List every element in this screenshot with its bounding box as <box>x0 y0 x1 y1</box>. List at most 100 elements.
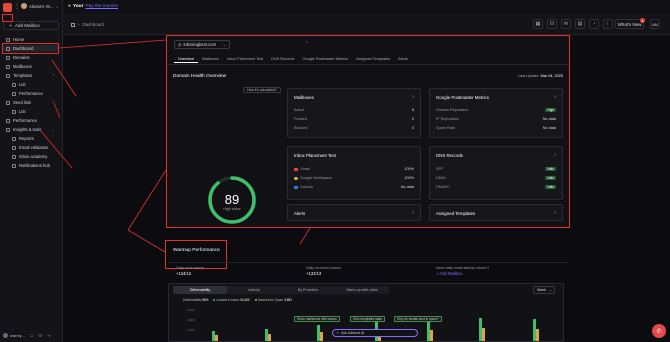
provider-label: Gmail <box>300 167 310 171</box>
sidebar-item-performance[interactable]: Performance <box>3 117 59 124</box>
sidebar-footer[interactable]: warmy... ☐ ⚙ ⇥ <box>3 333 50 338</box>
settings-icon[interactable]: ⚙ <box>38 333 42 338</box>
chat-support-button[interactable]: ✆ <box>652 324 666 338</box>
add-mailbox-label: Add Mailbox <box>15 23 40 28</box>
tab-inbox-placement-test[interactable]: Inbox Placement Test <box>223 56 267 63</box>
inbox-placement-panel[interactable]: Inbox Placement Test Gmail 100% Google W… <box>287 146 421 200</box>
sidebar-item-seed-list[interactable]: List <box>3 108 59 115</box>
sidebar-item-email-validation[interactable]: Email validation <box>3 144 59 151</box>
tab-alerts[interactable]: Alerts <box>394 56 412 63</box>
chat-icon[interactable]: ☐ <box>30 333 34 338</box>
activity-question-label: Need daily email activity volume? <box>436 266 490 270</box>
chevron-down-icon: ⌄ <box>222 42 226 47</box>
segment-activity[interactable]: Activity <box>227 286 281 294</box>
mailbox-blocked-value: 0 <box>411 126 414 130</box>
sidebar-item-label: Email validation <box>19 145 49 150</box>
mailbox-paused-value: 0 <box>411 117 414 121</box>
domain-select[interactable]: ◎ inboxingbest.com ⌄ <box>174 40 230 49</box>
segment-warmup-clicks[interactable]: Warm-up with clicks <box>335 286 389 294</box>
assigned-templates-panel[interactable]: Assigned Templates › <box>429 204 563 221</box>
score-panel: How it's calculated? 89 High score <box>172 84 282 260</box>
ask-ai-input[interactable]: ✦ Ask Addena AI <box>332 329 418 337</box>
annotation-line <box>127 229 166 253</box>
panel-title: Alerts <box>294 211 306 216</box>
sidebar-item-inbox-academy[interactable]: Inbox academy <box>3 153 59 160</box>
user-avatar[interactable]: AM <box>650 19 660 29</box>
avatar <box>3 333 8 338</box>
top-bar: › Dashboard ▦ ☊ ✉ ▤ ◔ ☾ What's New 1 AM <box>63 13 670 35</box>
legend-spam: Saved from Spam 3,891 <box>254 298 293 302</box>
sidebar-item-home[interactable]: Home <box>3 36 59 43</box>
sidebar-item-dashboard[interactable]: Dashboard <box>3 45 59 52</box>
tab-assigned-templates[interactable]: Assigned Templates <box>352 56 394 63</box>
docs-button[interactable]: ▤ <box>575 19 585 29</box>
calendar-button[interactable]: ▦ <box>533 19 543 29</box>
notifications-button[interactable]: ◔ <box>589 19 599 29</box>
hint-templates-stats[interactable]: Give templates stats <box>350 316 385 322</box>
alerts-panel[interactable]: Alerts › <box>287 204 421 221</box>
dkim-label: DKIM <box>436 176 446 180</box>
legend-value: 3,891 <box>284 298 293 302</box>
period-select[interactable]: Week ⌄ <box>533 286 555 294</box>
sidebar-item-templates-list[interactable]: List <box>3 81 59 88</box>
tab-mailboxes[interactable]: Mailboxes <box>198 56 223 63</box>
sidebar-item-label: Notifications hub <box>19 163 50 168</box>
chart-bar <box>320 332 323 341</box>
sidebar-item-templates[interactable]: Templates ⌃ <box>3 72 59 79</box>
dns-records-panel[interactable]: DNS Records › SPF Valid DKIM Valid DMARC… <box>429 146 563 200</box>
sidebar-item-seed-lists[interactable]: Seed lists ⌃ <box>3 99 59 106</box>
chevron-right-icon: › <box>412 210 414 216</box>
annotation-line <box>299 227 311 245</box>
daily-received-value: +132/13 <box>306 271 322 276</box>
add-mailbox-link[interactable]: + Add Mailbox <box>436 271 489 276</box>
sidebar-item-label: Inbox academy <box>19 154 48 159</box>
tab-google-postmaster-metrics[interactable]: Google Postmaster Metrics <box>298 56 352 63</box>
legend-dot <box>254 299 257 302</box>
y-tick: 1,000 <box>187 328 195 332</box>
sidebar-item-label: Mailboxes <box>13 64 32 69</box>
theme-button[interactable]: ☾ <box>603 19 613 29</box>
mailboxes-panel[interactable]: Mailboxes › Active 8 Paused 0 Blocked 0 <box>287 88 421 138</box>
segment-deliverability[interactable]: Deliverability <box>173 286 227 294</box>
chart-bar <box>482 328 485 341</box>
logout-icon[interactable]: ⇥ <box>47 333 50 338</box>
spf-badge: Valid <box>545 167 556 171</box>
chart-bar <box>215 335 218 341</box>
messages-button[interactable]: ✉ <box>561 19 571 29</box>
whats-new-badge: 1 <box>640 18 645 23</box>
whats-new-button[interactable]: What's New 1 <box>615 18 645 29</box>
chevron-right-icon: › <box>554 94 556 100</box>
account-switcher[interactable]: Akana's W... ⌄ <box>21 3 59 9</box>
spam-rate-value: No data <box>542 126 556 130</box>
sidebar-item-notifications-hub[interactable]: Notifications hub <box>3 162 59 169</box>
tab-dns-records[interactable]: DNS Records <box>267 56 298 63</box>
sidebar-item-mailboxes[interactable]: Mailboxes <box>3 63 59 70</box>
how-calculated-button[interactable]: How it's calculated? <box>243 87 281 93</box>
headset-icon: ☊ <box>549 21 555 27</box>
hint-mailboxes-issues[interactable]: Show mailboxes with issues <box>294 316 340 322</box>
panel-title: Inbox Placement Test <box>294 153 336 158</box>
support-button[interactable]: ☊ <box>547 19 557 29</box>
sidebar-item-domains[interactable]: Domains <box>3 54 59 61</box>
brand-logo[interactable] <box>3 3 12 12</box>
globe-icon <box>6 55 10 60</box>
list-icon <box>12 82 16 87</box>
sidebar-item-templates-performance[interactable]: Performance <box>3 90 59 97</box>
hint-spam-reasons[interactable]: Why do emails land in spam? <box>394 316 442 322</box>
ip-reputation-label: IP Reputation <box>436 117 459 121</box>
annotation-marker: • <box>306 40 308 46</box>
outlook-icon <box>294 185 298 189</box>
sidebar-item-reports[interactable]: Reports <box>3 135 59 142</box>
sidebar-item-insights[interactable]: Insights & tools ⌄ <box>3 126 59 133</box>
pay-invoice-link[interactable]: Pay the invoice <box>85 4 118 9</box>
segment-by-providers[interactable]: By Providers <box>281 286 335 294</box>
chevron-right-icon: › <box>554 152 556 158</box>
home-icon[interactable] <box>71 22 75 27</box>
legend-label: Saved from Spam <box>257 298 284 302</box>
ip-reputation-value: No data <box>542 117 556 121</box>
add-mailbox-button[interactable]: + Add Mailbox <box>3 21 59 30</box>
breadcrumb-current: Dashboard <box>82 22 104 27</box>
postmaster-panel[interactable]: Google Postmaster Metrics › Domain Reput… <box>429 88 563 138</box>
tab-overview[interactable]: Overview <box>174 56 198 63</box>
more-icon[interactable]: ⋮ <box>14 3 20 10</box>
